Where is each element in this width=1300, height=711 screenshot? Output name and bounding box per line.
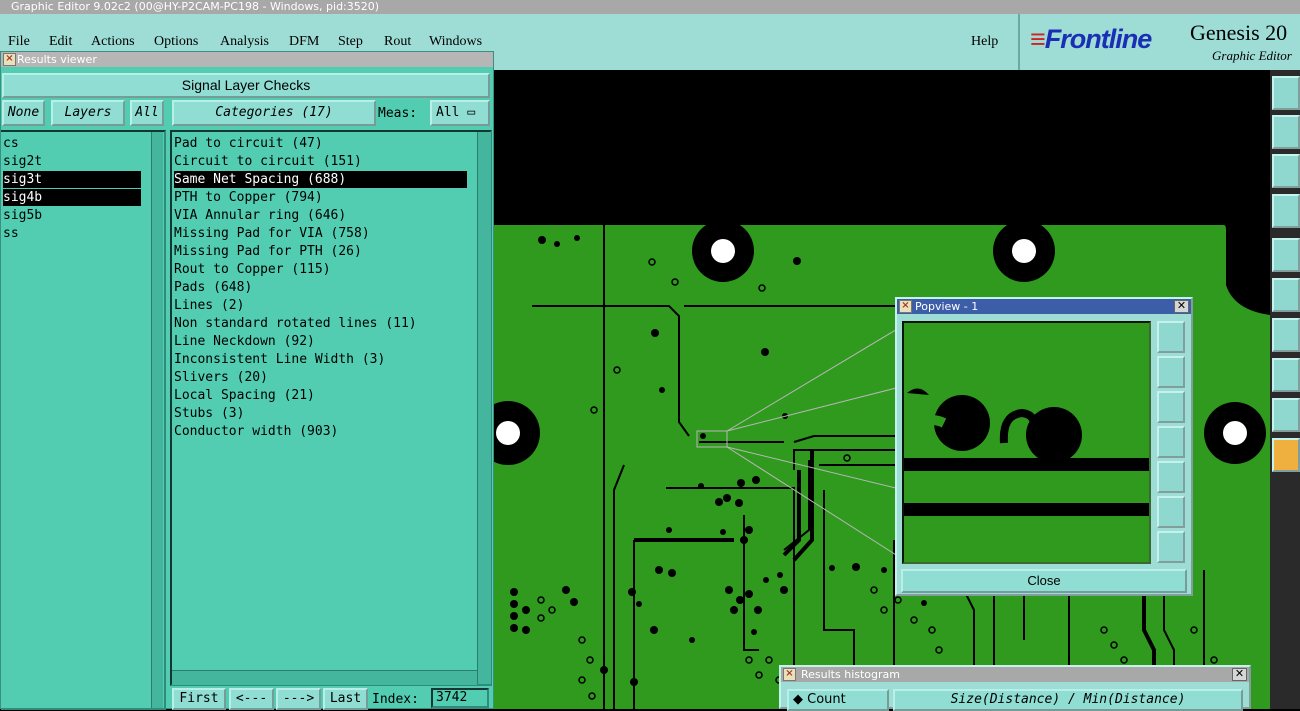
tool-button-3[interactable]	[1272, 154, 1300, 188]
popview-pan-down-button[interactable]	[1157, 391, 1185, 423]
category-item[interactable]: VIA Annular ring (646)	[174, 207, 467, 224]
results-histogram-window: × Results histogram ✕ ◆ Count Size(Dista…	[779, 665, 1251, 711]
menu-edit[interactable]: Edit	[49, 34, 72, 50]
results-viewer-titlebar: × Results viewer	[1, 52, 493, 67]
popview-close-icon[interactable]: ✕	[1174, 300, 1189, 313]
popview-fit-button[interactable]	[1157, 531, 1185, 563]
window-title-bar: Graphic Editor 9.02c2 (00@HY-P2CAM-PC198…	[0, 0, 1300, 14]
histogram-close-icon[interactable]: ✕	[1232, 668, 1247, 681]
histogram-title: Results histogram	[801, 668, 900, 681]
checks-header: Signal Layer Checks	[2, 73, 490, 98]
tool-button-7[interactable]	[1272, 318, 1300, 352]
index-label: Index:	[372, 692, 419, 707]
category-item[interactable]: Pad to circuit (47)	[174, 135, 467, 152]
layer-item[interactable]: cs	[3, 135, 141, 152]
layer-item[interactable]: sig5b	[3, 207, 141, 224]
menu-analysis[interactable]: Analysis	[220, 34, 269, 50]
category-item[interactable]: Line Neckdown (92)	[174, 333, 467, 350]
category-item[interactable]: Slivers (20)	[174, 369, 467, 386]
tool-button-6[interactable]	[1272, 278, 1300, 312]
all-button[interactable]: All	[130, 100, 164, 126]
results-viewer-title: Results viewer	[17, 53, 97, 66]
category-item[interactable]: Missing Pad for PTH (26)	[174, 243, 467, 260]
last-button[interactable]: Last	[323, 688, 368, 710]
layer-item[interactable]: ss	[3, 225, 141, 242]
pointer-tool-button[interactable]	[1272, 438, 1300, 472]
popview-close-button[interactable]: Close	[901, 569, 1187, 593]
window-title: Graphic Editor 9.02c2 (00@HY-P2CAM-PC198…	[11, 0, 380, 13]
popview-zoom-in-button[interactable]	[1157, 321, 1185, 353]
category-item[interactable]: Rout to Copper (115)	[174, 261, 467, 278]
layers-list[interactable]: cs sig2t sig3t sig4b sig5b ss	[1, 130, 166, 710]
menu-help[interactable]: Help	[971, 34, 998, 50]
category-item[interactable]: Local Spacing (21)	[174, 387, 467, 404]
category-item[interactable]: Inconsistent Line Width (3)	[174, 351, 467, 368]
popview-zoom-graphic	[904, 388, 1149, 516]
results-viewer-window: × Results viewer Signal Layer Checks Non…	[0, 51, 494, 710]
menu-rout[interactable]: Rout	[384, 34, 411, 50]
category-item[interactable]: PTH to Copper (794)	[174, 189, 467, 206]
menu-windows[interactable]: Windows	[429, 34, 482, 50]
categories-list[interactable]: Pad to circuit (47) Circuit to circuit (1…	[170, 130, 492, 686]
popview-zoom-canvas[interactable]	[902, 321, 1151, 564]
popview-icon: ×	[899, 300, 912, 313]
category-item[interactable]: Pads (648)	[174, 279, 467, 296]
histogram-axis-selector[interactable]: Size(Distance) / Min(Distance)	[893, 689, 1243, 711]
layers-button[interactable]: Layers	[51, 100, 125, 126]
meas-select[interactable]: All ▭	[430, 100, 490, 126]
menu-actions[interactable]: Actions	[91, 34, 135, 50]
count-toggle[interactable]: ◆ Count	[787, 689, 889, 711]
product-subtitle: Graphic Editor	[1212, 48, 1292, 63]
menu-file[interactable]: File	[8, 34, 30, 50]
branding-area: ≡Frontline Genesis 20 Graphic Editor	[1018, 14, 1300, 70]
category-item[interactable]: Non standard rotated lines (11)	[174, 315, 467, 332]
none-button[interactable]: None	[2, 100, 45, 126]
tool-button-2[interactable]	[1272, 115, 1300, 149]
layer-item[interactable]: sig4b	[3, 189, 141, 206]
popview-window: × Popview - 1 ✕ Close	[895, 297, 1193, 596]
popview-toolbar	[1157, 321, 1188, 564]
frontline-logo: ≡Frontline	[1030, 24, 1152, 54]
prev-button[interactable]: <---	[229, 688, 274, 710]
index-input[interactable]: 3742	[431, 688, 489, 708]
tool-button-4[interactable]	[1272, 194, 1300, 228]
category-item[interactable]: Circuit to circuit (151)	[174, 153, 467, 170]
tool-button-5[interactable]	[1272, 238, 1300, 272]
popview-zoom-out-button[interactable]	[1157, 496, 1185, 528]
option-menu-icon: ▭	[467, 105, 476, 120]
tool-button-9[interactable]	[1272, 398, 1300, 432]
category-item[interactable]: Lines (2)	[174, 297, 467, 314]
histogram-titlebar: × Results histogram ✕	[781, 667, 1249, 682]
popview-pan-up-button[interactable]	[1157, 356, 1185, 388]
next-button[interactable]: --->	[276, 688, 321, 710]
layer-item[interactable]: sig3t	[3, 171, 141, 188]
categories-horizontal-scrollbar[interactable]	[172, 670, 477, 685]
popview-title: Popview - 1	[915, 300, 979, 313]
category-item[interactable]: Same Net Spacing (688)	[174, 171, 467, 188]
menu-step[interactable]: Step	[338, 34, 363, 50]
product-name: Genesis 20	[1190, 20, 1288, 45]
menu-options[interactable]: Options	[154, 34, 198, 50]
meas-label: Meas:	[378, 106, 418, 121]
categories-vertical-scrollbar[interactable]	[477, 132, 491, 684]
tool-button-8[interactable]	[1272, 358, 1300, 392]
popview-pan-left-button[interactable]	[1157, 426, 1185, 458]
tool-button-1[interactable]	[1272, 76, 1300, 110]
category-item[interactable]: Conductor width (903)	[174, 423, 467, 440]
histogram-icon: ×	[783, 668, 796, 681]
layer-item[interactable]: sig2t	[3, 153, 141, 170]
right-toolbar	[1270, 70, 1300, 709]
category-item[interactable]: Stubs (3)	[174, 405, 467, 422]
first-button[interactable]: First	[172, 688, 226, 710]
categories-button[interactable]: Categories (17)	[172, 100, 376, 126]
menu-dfm[interactable]: DFM	[289, 34, 319, 50]
close-icon[interactable]: ×	[3, 53, 16, 66]
popview-pan-right-button[interactable]	[1157, 461, 1185, 493]
popview-titlebar: × Popview - 1 ✕	[897, 299, 1191, 314]
category-item[interactable]: Missing Pad for VIA (758)	[174, 225, 467, 242]
layers-scrollbar[interactable]	[151, 132, 163, 708]
